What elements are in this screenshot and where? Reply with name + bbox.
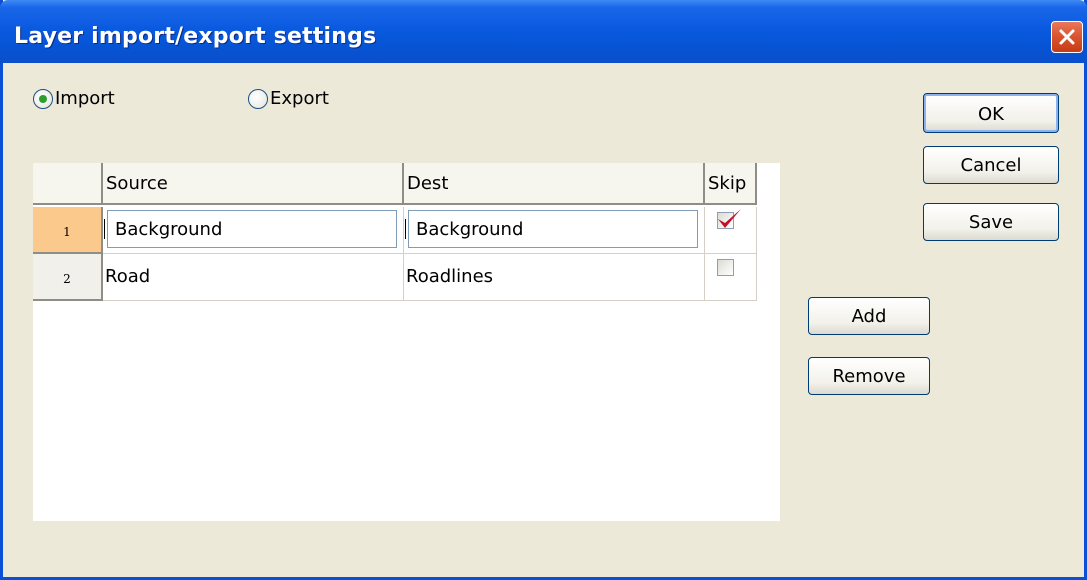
radio-export[interactable]: Export xyxy=(248,88,329,109)
column-header-source[interactable]: Source xyxy=(103,163,404,205)
source-cell[interactable]: Background xyxy=(103,207,404,254)
close-button[interactable] xyxy=(1051,21,1083,53)
column-header-skip[interactable]: Skip xyxy=(705,163,757,205)
ok-button[interactable]: OK xyxy=(923,93,1059,133)
radio-export-label: Export xyxy=(270,88,329,109)
radio-unchecked-icon xyxy=(248,88,268,109)
row-number[interactable]: 2 xyxy=(33,254,103,301)
window-title: Layer import/export settings xyxy=(14,24,377,49)
title-bar[interactable]: Layer import/export settings xyxy=(0,0,1087,63)
close-icon xyxy=(1059,29,1075,45)
source-cell[interactable]: Road xyxy=(103,254,404,301)
skip-cell[interactable] xyxy=(705,254,757,301)
remove-button[interactable]: Remove xyxy=(808,357,930,395)
grid-corner-header xyxy=(33,163,103,205)
source-edit-input[interactable]: Background xyxy=(104,210,397,248)
radio-checked-icon xyxy=(33,88,53,109)
table-row[interactable]: 1 Background Background xyxy=(33,207,757,254)
skip-cell[interactable] xyxy=(705,207,757,254)
table-row[interactable]: 2 Road Roadlines xyxy=(33,254,757,301)
skip-checkbox[interactable] xyxy=(717,259,734,276)
checkmark-icon xyxy=(718,209,741,228)
radio-import-label: Import xyxy=(55,88,115,109)
layer-grid: Source Dest Skip 1 Background Background… xyxy=(33,163,780,521)
cancel-button[interactable]: Cancel xyxy=(923,146,1059,184)
row-number[interactable]: 1 xyxy=(33,207,103,254)
radio-import[interactable]: Import xyxy=(33,88,115,109)
add-button[interactable]: Add xyxy=(808,297,930,335)
dest-cell[interactable]: Roadlines xyxy=(404,254,705,301)
dest-edit-input[interactable]: Background xyxy=(405,210,698,248)
column-header-dest[interactable]: Dest xyxy=(404,163,705,205)
save-button[interactable]: Save xyxy=(923,203,1059,241)
dest-cell[interactable]: Background xyxy=(404,207,705,254)
